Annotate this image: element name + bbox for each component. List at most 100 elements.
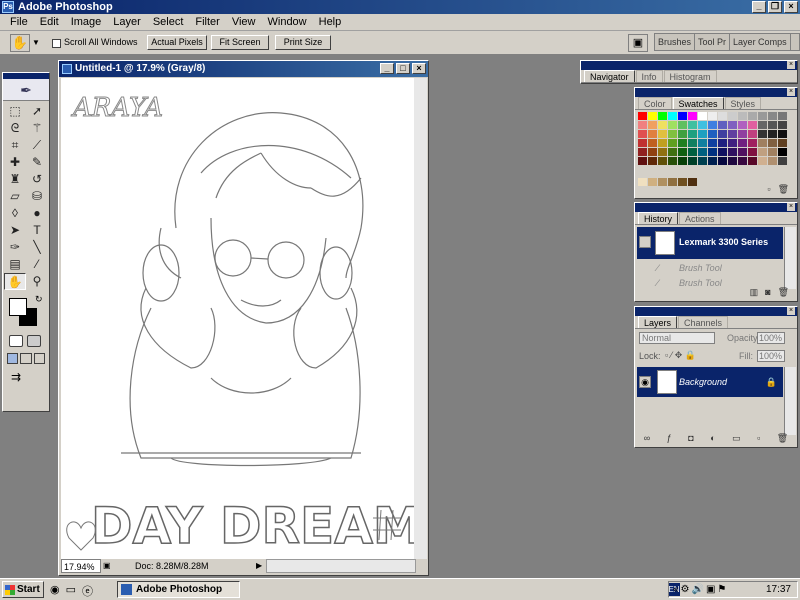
file-browser-icon[interactable]: ▣ xyxy=(628,34,648,52)
color-swatch[interactable] xyxy=(648,148,657,156)
menu-file[interactable]: File xyxy=(4,16,34,28)
fill-field[interactable]: 100% xyxy=(757,350,785,362)
color-swatch[interactable] xyxy=(688,130,697,138)
menu-layer[interactable]: Layer xyxy=(107,16,147,28)
color-swatch[interactable] xyxy=(668,157,677,165)
color-swatch[interactable] xyxy=(658,139,667,147)
color-swatch[interactable] xyxy=(708,121,717,129)
color-swatch[interactable] xyxy=(638,130,647,138)
color-swatch[interactable] xyxy=(728,130,737,138)
healing-brush-tool-icon[interactable]: ✚ xyxy=(4,154,26,171)
color-swatch[interactable] xyxy=(678,157,687,165)
zoom-tool-icon[interactable]: ⚲ xyxy=(26,273,48,290)
full-screen-menu-mode-icon[interactable] xyxy=(20,353,32,364)
paint-bucket-tool-icon[interactable]: ⛁ xyxy=(26,188,48,205)
swatches-close-icon[interactable]: × xyxy=(787,88,795,96)
standard-mode-icon[interactable] xyxy=(9,335,23,347)
color-swatch[interactable] xyxy=(658,130,667,138)
color-swatch[interactable] xyxy=(658,121,667,129)
history-snapshot-row[interactable]: Lexmark 3300 Series xyxy=(637,227,783,259)
status-info-icon[interactable]: ▣ xyxy=(103,559,113,573)
tab-channels[interactable]: Channels xyxy=(678,316,729,328)
color-swatch[interactable] xyxy=(778,130,787,138)
navigator-panel-header[interactable]: × xyxy=(581,61,797,70)
canvas-vertical-scrollbar[interactable] xyxy=(414,78,427,559)
history-panel-header[interactable]: × xyxy=(635,203,797,212)
quick-mask-mode-icon[interactable] xyxy=(27,335,41,347)
tab-navigator[interactable]: Navigator xyxy=(584,70,635,82)
slice-tool-icon[interactable]: ⟋ xyxy=(26,137,48,154)
palette-well-brushes[interactable]: Brushes xyxy=(655,34,696,50)
color-swatch[interactable] xyxy=(758,121,767,129)
color-swatch[interactable] xyxy=(688,121,697,129)
layers-scrollbar[interactable] xyxy=(784,367,796,435)
blend-mode-select[interactable]: Normal xyxy=(639,332,715,344)
color-swatch[interactable] xyxy=(738,130,747,138)
color-swatch[interactable] xyxy=(728,139,737,147)
menu-window[interactable]: Window xyxy=(262,16,313,28)
color-swatch[interactable] xyxy=(708,139,717,147)
color-swatch[interactable] xyxy=(748,139,757,147)
new-swatch-icon[interactable]: ▫ xyxy=(767,184,770,196)
color-swatch[interactable] xyxy=(718,139,727,147)
eraser-tool-icon[interactable]: ▱ xyxy=(4,188,26,205)
color-swatch[interactable] xyxy=(708,130,717,138)
delete-layer-icon[interactable]: 🗑 xyxy=(777,433,788,445)
full-screen-mode-icon[interactable] xyxy=(33,353,45,364)
color-swatch[interactable] xyxy=(688,139,697,147)
tab-swatches[interactable]: Swatches xyxy=(672,97,724,109)
minimize-button[interactable]: _ xyxy=(752,1,766,13)
document-canvas[interactable]: ARAYA DAY DREAM xyxy=(61,78,416,559)
tab-layers[interactable]: Layers xyxy=(638,316,678,328)
color-swatch[interactable] xyxy=(748,148,757,156)
blur-tool-icon[interactable]: ◊ xyxy=(4,205,26,222)
menu-filter[interactable]: Filter xyxy=(189,16,225,28)
link-layers-icon[interactable]: ∞ xyxy=(644,433,650,445)
internet-explorer-icon[interactable]: ⓔ xyxy=(82,583,93,599)
color-swatch[interactable] xyxy=(748,157,757,165)
line-tool-icon[interactable]: ╲ xyxy=(26,239,48,256)
color-swatch[interactable] xyxy=(638,157,647,165)
color-swatch[interactable] xyxy=(668,139,677,147)
lock-icons[interactable]: ▫ ⁄ ✥ 🔒 xyxy=(665,350,696,361)
color-swatch[interactable] xyxy=(658,148,667,156)
eyedropper-tool-icon[interactable]: ⁄ xyxy=(26,256,48,273)
magic-wand-tool-icon[interactable]: ⚚ xyxy=(26,120,48,137)
color-swatch[interactable] xyxy=(658,112,667,120)
color-swatch[interactable] xyxy=(728,112,737,120)
history-scrollbar[interactable] xyxy=(784,227,796,289)
tab-styles[interactable]: Styles xyxy=(724,97,762,109)
color-swatch[interactable] xyxy=(758,139,767,147)
color-swatch[interactable] xyxy=(718,157,727,165)
color-swatch[interactable] xyxy=(638,148,647,156)
move-tool-icon[interactable]: ➚ xyxy=(26,103,48,120)
color-swatch[interactable] xyxy=(778,112,787,120)
color-swatch[interactable] xyxy=(768,112,777,120)
color-swatch[interactable] xyxy=(728,148,737,156)
taskbar-item-photoshop[interactable]: Adobe Photoshop xyxy=(117,581,240,598)
scroll-all-windows-checkbox[interactable] xyxy=(52,39,61,48)
color-swatch[interactable] xyxy=(738,148,747,156)
new-layer-icon[interactable]: ▫ xyxy=(757,433,760,445)
color-swatch[interactable] xyxy=(718,121,727,129)
color-swatch[interactable] xyxy=(678,112,687,120)
adobe-feather-icon[interactable]: ✒ xyxy=(3,79,49,101)
hand-tool-preset-icon[interactable]: ✋ xyxy=(10,34,30,52)
color-swatch[interactable] xyxy=(668,148,677,156)
standard-screen-mode-icon[interactable] xyxy=(7,353,19,364)
doc-maximize-button[interactable]: □ xyxy=(396,63,410,74)
color-swatch[interactable] xyxy=(678,148,687,156)
delete-state-icon[interactable]: 🗑 xyxy=(778,287,789,299)
color-swatch[interactable] xyxy=(748,112,757,120)
tab-color[interactable]: Color xyxy=(638,97,672,109)
color-swatch[interactable] xyxy=(698,139,707,147)
color-swatch[interactable] xyxy=(688,148,697,156)
color-swatch[interactable] xyxy=(678,139,687,147)
color-swatch[interactable] xyxy=(648,121,657,129)
color-swatch[interactable] xyxy=(718,112,727,120)
pen-tool-icon[interactable]: ✑ xyxy=(4,239,26,256)
layer-style-icon[interactable]: ƒ xyxy=(667,433,672,445)
color-swatch[interactable] xyxy=(708,112,717,120)
color-swatch[interactable] xyxy=(648,139,657,147)
color-swatch[interactable] xyxy=(648,130,657,138)
